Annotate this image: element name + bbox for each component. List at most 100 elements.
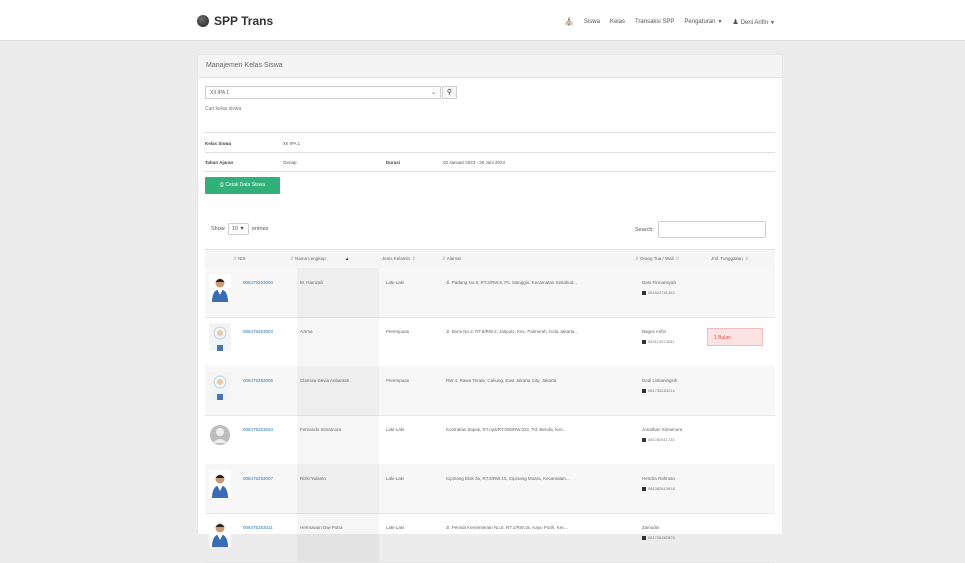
- sorted-column-bg: [297, 317, 379, 366]
- cell-jenis-kelamin: Laki-Laki: [386, 280, 405, 285]
- th-alamat-label: Alamat: [446, 256, 461, 261]
- cell-jenis-kelamin: Laki-Laki: [386, 427, 405, 432]
- cell-nis[interactable]: 006475253005: [243, 378, 273, 383]
- table-row: 006475253000 M. Hamzah Laki-Laki Jl. Padang…: [205, 268, 775, 318]
- info-kelas-value: XII IPA 1: [283, 141, 301, 146]
- cell-phone: 081726282823: [642, 535, 675, 540]
- phone-number: 082113272631: [648, 339, 675, 344]
- cell-nis[interactable]: 006475253003: [243, 329, 273, 334]
- nav-user-label: Deni Arifin: [740, 19, 769, 26]
- cell-jenis-kelamin: Laki-Laki: [386, 476, 405, 481]
- nav-pengaturan[interactable]: Pengaturan ▼: [684, 19, 722, 25]
- sorted-column-bg: [297, 464, 379, 513]
- brand-name: SPP Trans: [214, 14, 274, 28]
- sorted-column-bg: [297, 415, 379, 464]
- sorted-column-bg: [297, 366, 379, 415]
- brand-logo-icon: [197, 15, 209, 27]
- nav-pengaturan-label: Pengaturan: [684, 18, 716, 25]
- cell-phone: 081382613918: [642, 486, 675, 491]
- table-search-input[interactable]: [658, 221, 766, 238]
- student-photo: [209, 519, 231, 547]
- cell-alamat: Jl. Bumi No.2, RT.8/RW.2, Jatipulo, Kec.…: [446, 329, 579, 334]
- th-wali[interactable]: ⇵ Orang Tua / Wali ⇵: [633, 256, 679, 262]
- cell-jenis-kelamin: Perempuan: [386, 329, 410, 334]
- whatsapp-icon: [642, 339, 646, 344]
- whatsapp-icon: [642, 486, 646, 491]
- cell-nama: M. Hamzah: [300, 280, 324, 285]
- phone-number: 081622781383: [648, 290, 675, 295]
- info-durasi-value: 02 Januari 2023 - 30 Juni 2023: [443, 160, 506, 165]
- nav-siswa[interactable]: Siswa: [584, 19, 600, 25]
- select-hint: Cari kelas siswa: [205, 106, 242, 112]
- show-label: Show: [211, 226, 225, 232]
- cell-nis[interactable]: 006475253023: [243, 427, 273, 432]
- cell-nis[interactable]: 006475253011: [243, 525, 273, 530]
- cell-wali: Jonathan Simamora: [642, 427, 683, 432]
- cell-alamat: Jl. Padang No.8, RT.3/RW.8, Ps. Manggis,…: [446, 280, 578, 285]
- cell-wali: Dedi Listianingsih: [642, 378, 678, 383]
- sorted-column-bg: [297, 268, 379, 317]
- cell-nama: Rizki Yulanto: [300, 476, 326, 481]
- sorted-column-bg: [297, 513, 379, 562]
- entries-select[interactable]: 10 ▼: [227, 223, 249, 235]
- kelas-select[interactable]: XII IPA 1 ⌄: [205, 86, 441, 99]
- th-tunggakan[interactable]: Jml. Tunggakan ⇵: [711, 256, 749, 262]
- search-icon: ⚲: [446, 89, 453, 96]
- nav-kelas[interactable]: Kelas: [610, 19, 625, 25]
- th-jk[interactable]: Jenis Kelamin ⇵: [382, 256, 416, 262]
- table-row: 006475253023 Fernando Simamora Laki-Laki Ko…: [205, 415, 775, 465]
- brand[interactable]: SPP Trans: [197, 14, 273, 28]
- cell-wali: Zainudin: [642, 525, 660, 530]
- main-panel: Manajemen Kelas Siswa XII IPA 1 ⌄ ⚲ Cari…: [197, 54, 783, 563]
- print-students-button[interactable]: ⎙ Cetak Data Siswa: [205, 177, 280, 194]
- phone-number: 081736283244: [648, 388, 675, 393]
- home-icon[interactable]: ⛪: [564, 17, 574, 26]
- nav-transaksi-spp[interactable]: Transaksi SPP: [635, 19, 674, 25]
- th-nis[interactable]: ⇵ NIS: [231, 256, 246, 262]
- cell-wali: Hendra Rahman: [642, 476, 676, 481]
- whatsapp-icon: [642, 290, 646, 295]
- th-wali-label: Orang Tua / Wali: [640, 256, 674, 261]
- info-kelas-label: Kelas Siswa: [205, 141, 232, 146]
- caret-down-icon: ▼: [770, 19, 775, 26]
- entries-select-value: 10: [231, 226, 238, 232]
- cell-nis[interactable]: 006475253000: [243, 280, 273, 285]
- th-nama-label: Nama Lengkap: [295, 256, 326, 261]
- phone-number: 081782611733: [648, 437, 675, 442]
- cell-nama: Clarissa Devia Anbarsari: [300, 378, 350, 383]
- cell-phone: 082113272631: [642, 339, 674, 344]
- cell-wali: Dani Firmansyah: [642, 280, 677, 285]
- cell-phone: 081622781383: [642, 290, 675, 295]
- table-row: 006475253005 Clarissa Devia Anbarsari Pere…: [205, 366, 775, 416]
- nav-user-menu[interactable]: ♟ Deni Arifin ▼: [732, 18, 775, 26]
- divider: [205, 152, 775, 153]
- tunggakan-badge: 1 Bulan: [707, 328, 763, 346]
- th-nama[interactable]: ⇵ Nama Lengkap ▲: [288, 256, 349, 262]
- student-photo: [209, 421, 231, 449]
- student-photo: [209, 323, 231, 351]
- cell-alamat: Cipinang Elok 3a, RT.5/RW.10, Cipinang M…: [446, 476, 570, 481]
- entries-label: entries: [251, 226, 269, 232]
- cell-alamat: Kontrakan bapak, RT.nya/RT.005/RW.022, P…: [446, 427, 567, 432]
- divider: [205, 171, 775, 172]
- cell-phone: 081736283244: [642, 388, 675, 393]
- caret-down-icon: ▼: [717, 18, 723, 25]
- th-tunggakan-label: Jml. Tunggakan: [711, 256, 743, 261]
- navbar: SPP Trans ⛪ Siswa Kelas Transaksi SPP Pe…: [0, 0, 965, 41]
- table-row: 006475253007 Rizki Yulanto Laki-Laki Cipina…: [205, 464, 775, 514]
- search-label: Search:: [635, 227, 654, 233]
- cell-nis[interactable]: 006475253007: [243, 476, 273, 481]
- kelas-select-value: XII IPA 1: [210, 90, 230, 96]
- phone-number: 081382613918: [648, 486, 675, 491]
- entries-length: Show 10 ▼ entries: [211, 223, 268, 235]
- cell-nama: Fernando Simamora: [300, 427, 342, 432]
- whatsapp-icon: [642, 535, 646, 540]
- user-icon: ♟: [732, 18, 739, 26]
- info-tahun-value: Genap: [283, 160, 297, 165]
- main-nav: ⛪ Siswa Kelas Transaksi SPP Pengaturan ▼ …: [564, 17, 775, 26]
- student-photo: [209, 274, 231, 302]
- search-button[interactable]: ⚲: [442, 86, 457, 99]
- th-alamat[interactable]: ⇵ Alamat: [440, 256, 461, 262]
- cell-nama: Hermawan Dwi Putra: [300, 525, 343, 530]
- cell-wali: Bagus Arifin: [642, 329, 667, 334]
